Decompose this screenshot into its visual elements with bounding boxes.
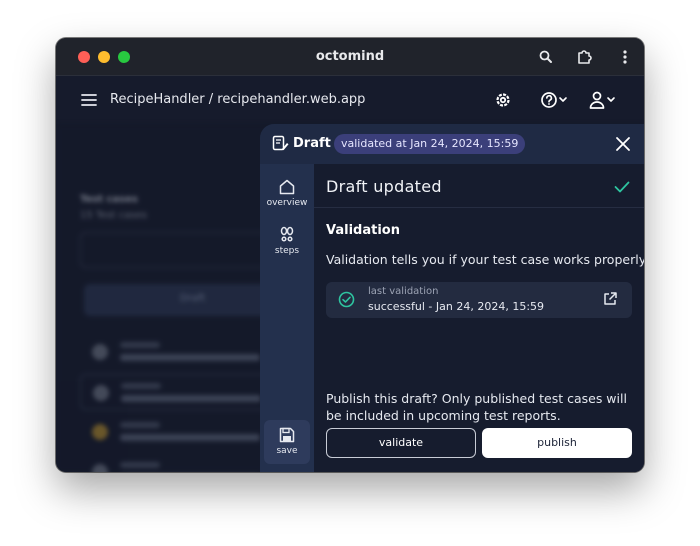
user-menu-icon[interactable]: [588, 90, 618, 110]
last-validation-label: last validation: [368, 286, 439, 297]
rail-item-steps[interactable]: steps: [260, 226, 314, 256]
publish-button[interactable]: publish: [482, 428, 632, 458]
save-button-label: save: [276, 446, 298, 456]
hamburger-menu-icon[interactable]: [80, 92, 98, 108]
last-validation-card: last validation successful - Jan 24, 202…: [326, 282, 632, 318]
home-icon: [279, 179, 295, 195]
panel-side-rail: overview steps save: [260, 164, 314, 472]
draft-panel: Draft validated at Jan 24, 2024, 15:59 o…: [260, 124, 644, 472]
bg-field-sub: 15 Test cases: [80, 210, 147, 221]
draft-updated-heading: Draft updated: [326, 177, 442, 196]
rail-item-steps-label: steps: [274, 246, 300, 256]
more-vertical-icon[interactable]: [616, 48, 634, 66]
draft-main-content: Draft updated Validation Validation tell…: [314, 164, 644, 472]
validation-description: Validation tells you if your test case w…: [326, 252, 644, 267]
app-bar: RecipeHandler / recipehandler.web.app: [56, 76, 644, 124]
publish-prompt: Publish this draft? Only published test …: [326, 391, 627, 423]
validated-badge: validated at Jan 24, 2024, 15:59: [334, 134, 526, 154]
floppy-disk-icon: [279, 427, 295, 443]
search-icon[interactable]: [537, 48, 555, 66]
draft-status-header: Draft updated: [314, 164, 644, 208]
bg-button-label: Draft: [180, 293, 206, 304]
help-menu-icon[interactable]: [540, 90, 570, 110]
footsteps-icon: [280, 226, 294, 242]
app-window: octomind RecipeHandler / recipehandler.w…: [56, 38, 644, 472]
validate-button[interactable]: validate: [326, 428, 476, 458]
bg-field-label: Test cases: [80, 194, 138, 205]
last-validation-value: successful - Jan 24, 2024, 15:59: [368, 300, 545, 313]
success-check-circle-icon: [338, 291, 355, 308]
save-button[interactable]: save: [264, 420, 310, 464]
gear-icon[interactable]: [493, 90, 513, 110]
draft-panel-header: Draft validated at Jan 24, 2024, 15:59: [260, 124, 644, 164]
puzzle-extension-icon[interactable]: [576, 48, 594, 66]
breadcrumb[interactable]: RecipeHandler / recipehandler.web.app: [110, 92, 365, 107]
close-icon[interactable]: [615, 136, 631, 152]
rail-item-overview-label: overview: [266, 198, 308, 208]
edit-document-icon: [272, 135, 289, 151]
window-title: octomind: [315, 49, 385, 64]
external-link-icon[interactable]: [602, 291, 618, 307]
draft-title: Draft: [293, 136, 331, 151]
rail-item-overview[interactable]: overview: [260, 178, 314, 208]
checkmark-icon: [614, 181, 630, 193]
title-bar: octomind: [56, 38, 644, 76]
validation-title: Validation: [326, 223, 400, 238]
